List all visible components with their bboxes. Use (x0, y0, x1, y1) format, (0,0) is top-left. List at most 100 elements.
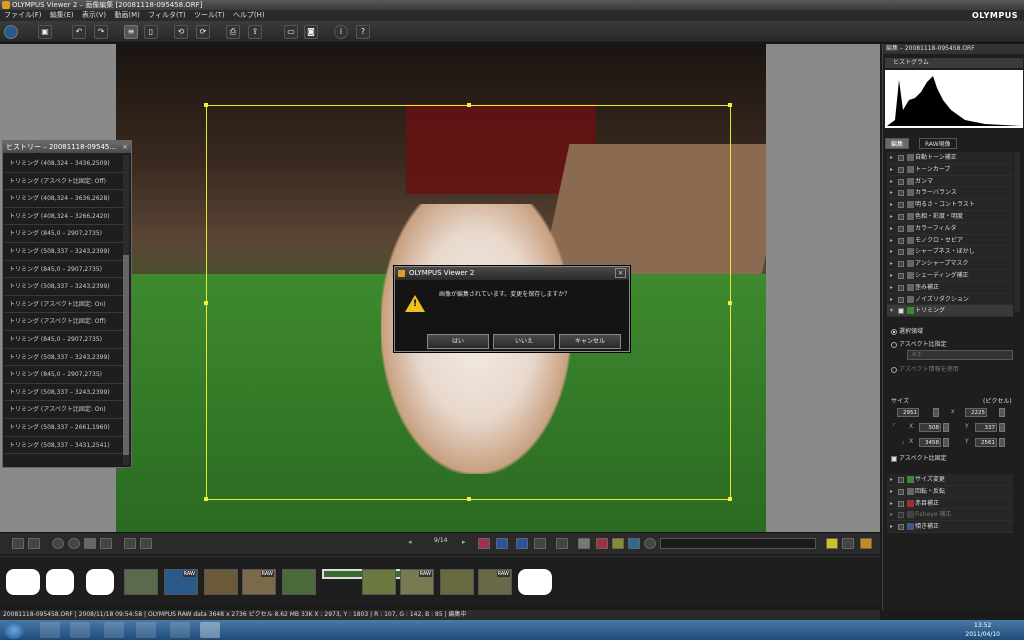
crop-handle-tr[interactable] (728, 103, 732, 107)
radio-aspect-use[interactable] (891, 366, 897, 373)
filter-label[interactable]: 歪み補正 (915, 284, 939, 291)
aspect-fixed-checkbox[interactable] (891, 455, 897, 462)
print-icon[interactable]: ⎙ (226, 25, 240, 39)
filter-label[interactable]: 自動トーン補正 (915, 154, 957, 161)
checkbox[interactable] (898, 512, 904, 519)
filter-cyan-icon[interactable] (628, 538, 640, 549)
crop-handle-l[interactable] (204, 301, 208, 305)
zoom-out-icon[interactable] (68, 538, 80, 549)
tab-edit[interactable]: 編集 (885, 138, 910, 149)
filter-label[interactable]: サイズ変更 (915, 476, 945, 483)
camera-icon[interactable]: ◙ (304, 25, 318, 39)
home-icon[interactable] (4, 25, 18, 39)
warning-icon[interactable] (860, 538, 872, 549)
history-item[interactable]: トリミング (アスペクト比固定: On) (5, 401, 123, 419)
checkbox-checked[interactable] (898, 308, 904, 315)
crop-handle-tl[interactable] (204, 103, 208, 107)
checkbox[interactable] (898, 261, 904, 268)
checkbox[interactable] (898, 284, 904, 291)
thumbnail[interactable] (6, 569, 40, 595)
checkbox[interactable] (898, 488, 904, 495)
menu-filter[interactable]: フィルタ(T) (148, 11, 186, 19)
olympus-taskbar-icon[interactable] (200, 622, 220, 638)
menu-edit[interactable]: 編集(E) (50, 11, 74, 19)
filter-label[interactable]: シェーディング補正 (915, 272, 969, 279)
height-spinner[interactable] (999, 408, 1005, 417)
thumbnail[interactable] (124, 569, 158, 595)
share-icon[interactable] (124, 538, 136, 549)
y1-field[interactable]: 337 (975, 423, 997, 432)
next-icon[interactable]: ▸ (462, 538, 474, 549)
filter-red-icon[interactable] (596, 538, 608, 549)
history-item[interactable]: トリミング (408,324 – 3636,2628) (5, 190, 123, 208)
checkbox[interactable] (898, 202, 904, 209)
history-item[interactable]: トリミング (508,337 – 3243,2399) (5, 384, 123, 402)
history-item[interactable]: トリミング (845,0 – 2907,2735) (5, 331, 123, 349)
crop-handle-r[interactable] (728, 301, 732, 305)
checkbox[interactable] (898, 178, 904, 185)
history-item[interactable]: トリミング (アスペクト比固定: Off) (5, 173, 123, 191)
cancel-button[interactable]: キャンセル (559, 334, 621, 349)
start-button[interactable] (4, 621, 24, 639)
history-item[interactable]: トリミング (508,337 – 3431,2541) (5, 437, 123, 455)
yes-button[interactable]: はい (427, 334, 489, 349)
checkbox[interactable] (898, 524, 904, 531)
thumbnail[interactable]: RAW (400, 569, 434, 595)
dual-view-icon[interactable] (842, 538, 854, 549)
filter-label[interactable]: カラーフィルタ (915, 225, 957, 232)
history-item[interactable]: トリミング (508,337 – 3243,2399) (5, 278, 123, 296)
thumbnail[interactable] (204, 569, 238, 595)
filter-yellow-icon[interactable] (612, 538, 624, 549)
ie-icon[interactable] (40, 622, 60, 638)
view-list-icon[interactable]: ≡ (124, 25, 138, 39)
checkbox[interactable] (898, 249, 904, 256)
view-single-icon[interactable]: ▯ (144, 25, 158, 39)
filter-label[interactable]: シャープネス・ぼかし (915, 248, 975, 255)
thumbnail[interactable] (440, 569, 474, 595)
radio-select-area[interactable] (891, 328, 897, 335)
filter-label[interactable]: アンシャープマスク (915, 260, 968, 267)
folder-icon[interactable] (70, 622, 90, 638)
menu-tools[interactable]: ツール(T) (194, 11, 225, 19)
filter-label[interactable]: 色相・彩度・明度 (915, 213, 963, 220)
browser-icon[interactable] (170, 622, 190, 638)
search-input[interactable] (660, 538, 816, 549)
filter-label[interactable]: 赤目補正 (915, 500, 939, 507)
print-icon[interactable] (12, 538, 24, 549)
thumbnail[interactable] (86, 569, 114, 595)
checkbox[interactable] (898, 190, 904, 197)
thumbnail[interactable]: RAW (164, 569, 198, 595)
tab-raw[interactable]: RAW現像 (919, 138, 957, 149)
fit-icon[interactable] (100, 538, 112, 549)
history-scrollbar[interactable] (123, 155, 129, 465)
crop-handle-t[interactable] (467, 103, 471, 107)
filter-label[interactable]: ガンマ (915, 178, 933, 185)
help-icon[interactable]: ? (356, 25, 370, 39)
checkbox[interactable] (898, 272, 904, 279)
menu-help[interactable]: ヘルプ(H) (233, 11, 265, 19)
history-item[interactable]: トリミング (845,0 – 2907,2735) (5, 261, 123, 279)
export-icon[interactable]: ⇪ (248, 25, 262, 39)
history-item[interactable]: トリミング (408,324 – 3266,2420) (5, 208, 123, 226)
checkbox[interactable] (898, 213, 904, 220)
history-item[interactable]: トリミング (408,324 – 3436,2509) (5, 155, 123, 173)
menu-movie[interactable]: 動画(M) (114, 11, 140, 19)
filter-label[interactable]: トーンカーブ (915, 166, 950, 173)
zoom-in-icon[interactable] (52, 538, 64, 549)
compare-icon[interactable] (556, 538, 568, 549)
tag-red-icon[interactable] (478, 538, 490, 549)
filter-scrollbar[interactable] (1014, 152, 1020, 312)
y2-field[interactable]: 2561 (975, 438, 997, 447)
width-spinner[interactable] (933, 408, 939, 417)
x1-field[interactable]: 508 (919, 423, 941, 432)
single-view-icon[interactable] (826, 538, 838, 549)
thumbnail[interactable] (282, 569, 316, 595)
histogram-header[interactable]: ヒストグラム (885, 58, 1023, 68)
filter-label[interactable]: ノイズリダクション (915, 296, 969, 303)
loupe-icon[interactable] (578, 538, 590, 549)
history-item[interactable]: トリミング (508,337 – 3243,2399) (5, 349, 123, 367)
redo-icon[interactable]: ↷ (94, 25, 108, 39)
aspect-select[interactable]: 4:3 (907, 350, 1013, 360)
history-item[interactable]: トリミング (アスペクト比固定: Off) (5, 313, 123, 331)
no-button[interactable]: いいえ (493, 334, 555, 349)
